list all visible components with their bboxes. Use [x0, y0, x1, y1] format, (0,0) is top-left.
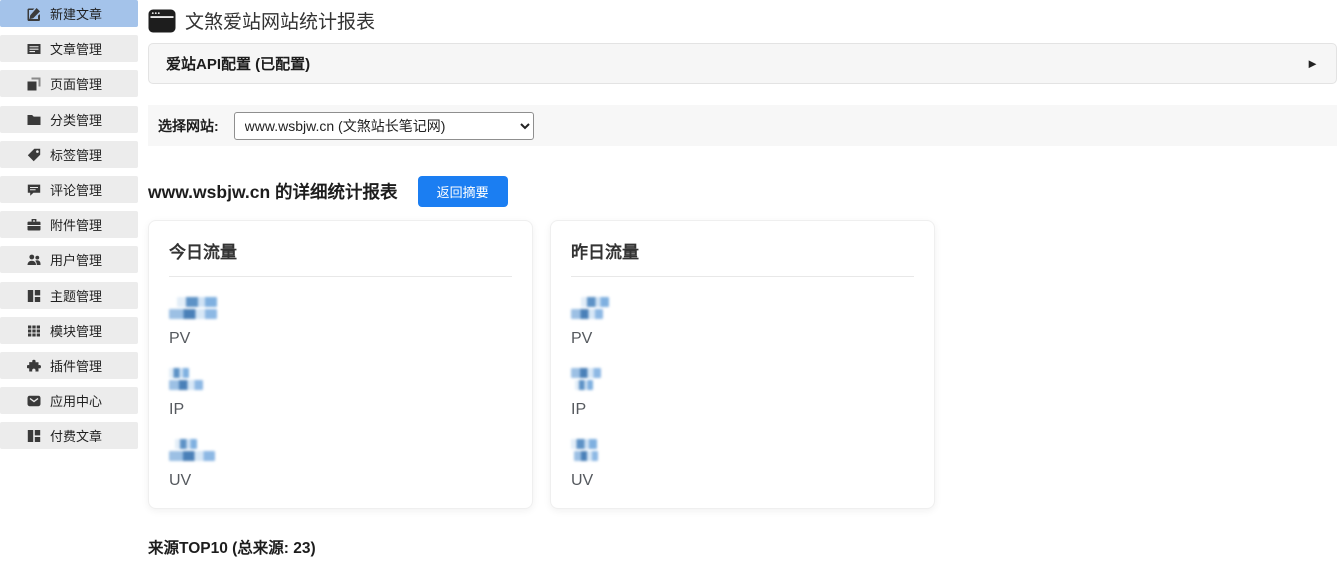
sidebar-item-user-manage[interactable]: 用户管理: [0, 246, 138, 273]
sidebar-item-new-article[interactable]: 新建文章: [0, 0, 138, 27]
site-select-label: 选择网站:: [158, 117, 219, 134]
stat-label: UV: [169, 472, 192, 489]
page-title: 文煞爱站网站统计报表: [185, 12, 376, 33]
sidebar-item-label: 新建文章: [50, 7, 103, 22]
main-content: 文煞爱站网站统计报表 爱站API配置 (已配置) ► 选择网站: www.wsb…: [138, 0, 1343, 563]
report-title: www.wsbjw.cn 的详细统计报表: [148, 182, 398, 202]
sidebar-item-attachment-manage[interactable]: 附件管理: [0, 211, 138, 238]
sidebar-item-label: 分类管理: [50, 113, 103, 128]
report-header: www.wsbjw.cn 的详细统计报表 返回摘要: [148, 176, 1337, 207]
stat-ip: IP: [169, 368, 512, 419]
sidebar-item-label: 页面管理: [50, 77, 103, 92]
sidebar-item-comment-manage[interactable]: 评论管理: [0, 176, 138, 203]
folder-icon: [27, 113, 41, 127]
yesterday-traffic-card: 昨日流量 PV IP UV: [550, 220, 935, 509]
redacted-value: [169, 439, 512, 461]
sidebar-group-content: 分类管理 标签管理 评论管理 附件管理 用户管理: [0, 106, 138, 273]
card-title: 今日流量: [169, 238, 512, 277]
sidebar-item-label: 附件管理: [50, 218, 103, 233]
stat-label: UV: [571, 472, 594, 489]
sidebar-item-theme-manage[interactable]: 主题管理: [0, 282, 138, 309]
site-select[interactable]: www.wsbjw.cn (文煞站长笔记网): [233, 111, 534, 140]
site-select-row: 选择网站: www.wsbjw.cn (文煞站长笔记网): [148, 105, 1337, 146]
sidebar-item-paid-articles[interactable]: 付费文章: [0, 422, 138, 449]
stat-uv: UV: [571, 439, 914, 490]
card-title: 昨日流量: [571, 238, 914, 277]
stat-ip: IP: [571, 368, 914, 419]
sidebar-item-label: 付费文章: [50, 429, 103, 444]
stat-label: PV: [169, 330, 191, 347]
sidebar-item-article-manage[interactable]: 文章管理: [0, 35, 138, 62]
sidebar-item-label: 文章管理: [50, 42, 103, 57]
edit-icon: [27, 7, 41, 21]
stat-pv: PV: [571, 297, 914, 348]
newspaper-icon: [27, 42, 41, 56]
sidebar: 新建文章 文章管理 页面管理 分类管理 标签管理 评论管理 附件管理 用户管理 …: [0, 0, 138, 563]
sidebar-item-label: 用户管理: [50, 253, 103, 268]
sidebar-item-app-center[interactable]: 应用中心: [0, 387, 138, 414]
page-header: 文煞爱站网站统计报表: [148, 7, 1337, 34]
redacted-value: [571, 297, 914, 319]
sidebar-group-system: 主题管理 模块管理 插件管理 应用中心 付费文章: [0, 282, 138, 449]
stat-label: IP: [169, 401, 185, 418]
grid-icon: [27, 324, 41, 338]
sidebar-item-module-manage[interactable]: 模块管理: [0, 317, 138, 344]
api-config-accordion[interactable]: 爱站API配置 (已配置) ►: [148, 43, 1337, 84]
app-box-icon: [27, 394, 41, 408]
stat-label: IP: [571, 401, 587, 418]
users-icon: [27, 253, 41, 267]
sidebar-item-label: 模块管理: [50, 324, 103, 339]
sidebar-item-tag-manage[interactable]: 标签管理: [0, 141, 138, 168]
columns-icon: [27, 429, 41, 443]
stat-pv: PV: [169, 297, 512, 348]
app-window: 新建文章 文章管理 页面管理 分类管理 标签管理 评论管理 附件管理 用户管理 …: [0, 0, 1343, 563]
redacted-value: [169, 368, 512, 390]
stat-uv: UV: [169, 439, 512, 490]
sidebar-item-label: 标签管理: [50, 148, 103, 163]
columns-icon: [27, 289, 41, 303]
today-traffic-card: 今日流量 PV IP UV: [148, 220, 533, 509]
sidebar-item-label: 主题管理: [50, 289, 103, 304]
sidebar-item-label: 应用中心: [50, 394, 103, 409]
chevron-right-icon: ►: [1306, 56, 1319, 71]
comment-icon: [27, 183, 41, 197]
sidebar-item-page-manage[interactable]: 页面管理: [0, 70, 138, 97]
sidebar-item-plugin-manage[interactable]: 插件管理: [0, 352, 138, 379]
tag-icon: [27, 148, 41, 162]
sidebar-group-articles: 新建文章 文章管理 页面管理: [0, 0, 138, 97]
briefcase-icon: [27, 218, 41, 232]
redacted-value: [571, 439, 914, 461]
stat-label: PV: [571, 330, 593, 347]
accordion-label: 爱站API配置 (已配置): [166, 56, 311, 73]
redacted-value: [169, 297, 512, 319]
back-to-summary-button[interactable]: 返回摘要: [417, 176, 508, 207]
traffic-cards: 今日流量 PV IP UV 昨日流量 PV IP UV: [148, 220, 1337, 509]
sidebar-item-label: 插件管理: [50, 359, 103, 374]
sources-top10-heading: 来源TOP10 (总来源: 23): [148, 540, 316, 557]
redacted-value: [571, 368, 914, 390]
pages-icon: [27, 77, 41, 91]
window-icon: [148, 9, 176, 33]
sidebar-item-category-manage[interactable]: 分类管理: [0, 106, 138, 133]
puzzle-icon: [27, 359, 41, 373]
sidebar-item-label: 评论管理: [50, 183, 103, 198]
